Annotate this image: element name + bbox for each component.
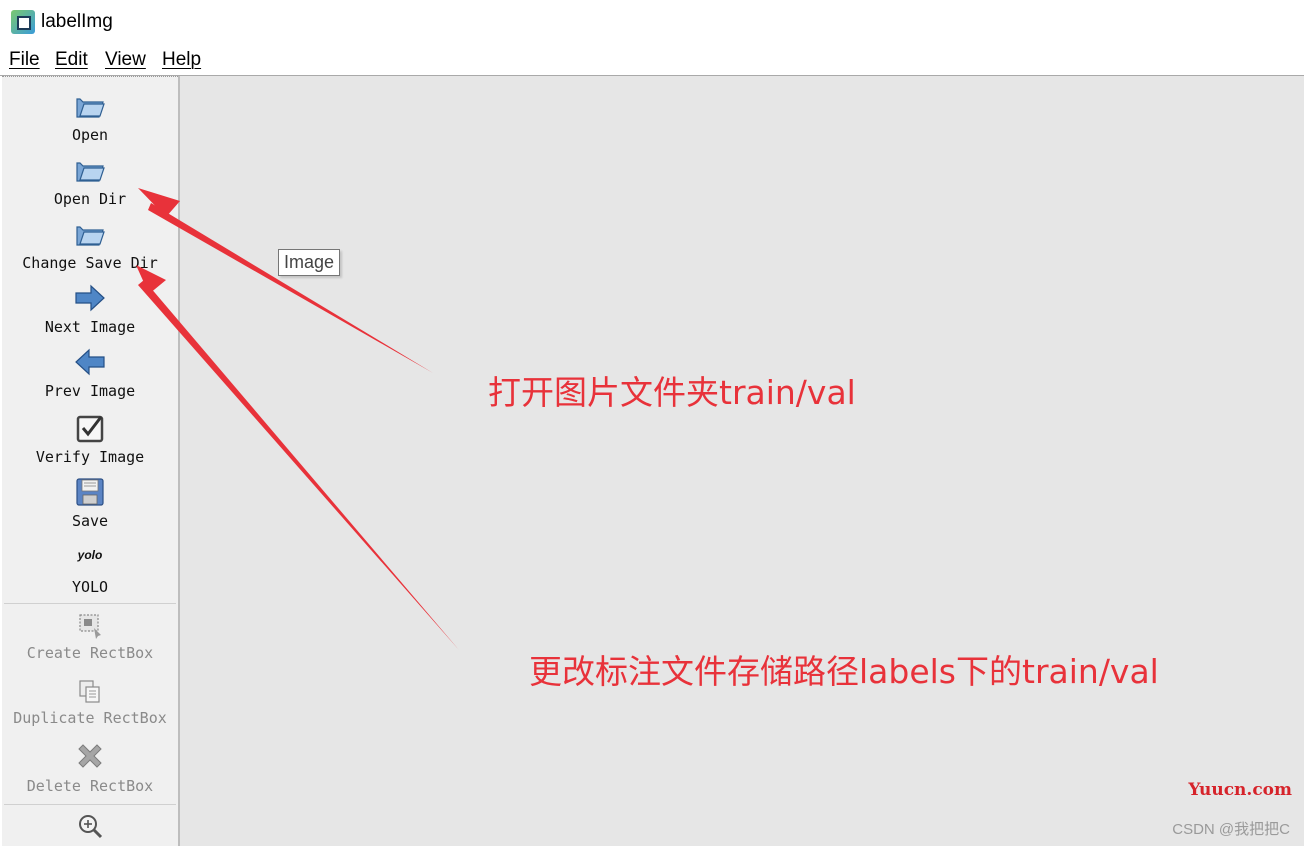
prev-image-button[interactable]: Prev Image	[2, 344, 178, 404]
open-dir-button[interactable]: Open Dir	[2, 152, 178, 212]
title-bar: labelImg	[0, 0, 1304, 44]
verify-image-button[interactable]: Verify Image	[2, 410, 178, 470]
menu-help[interactable]: Help	[162, 49, 201, 71]
create-rectbox-label: Create RectBox	[26, 644, 154, 662]
format-label: YOLO	[71, 578, 109, 596]
delete-rectbox-button[interactable]: Delete RectBox	[2, 740, 178, 800]
change-save-dir-button[interactable]: Change Save Dir	[2, 216, 178, 276]
watermark-author: CSDN @我把把C	[1172, 821, 1290, 838]
window-title: labelImg	[41, 11, 113, 32]
tooltip: Image	[278, 249, 341, 276]
toolbar-separator	[4, 804, 176, 805]
toolbar-separator	[4, 603, 176, 604]
image-canvas[interactable]	[180, 76, 1304, 846]
folder-open-icon	[76, 162, 105, 182]
zoom-in-icon	[79, 815, 103, 839]
checkbox-icon	[76, 415, 104, 443]
menu-view[interactable]: View	[105, 49, 146, 71]
rectbox-create-icon	[79, 614, 101, 639]
next-image-label: Next Image	[44, 318, 136, 336]
watermark-site: Yuucn.com	[1188, 780, 1292, 800]
x-delete-icon	[78, 744, 102, 768]
folder-open-icon	[76, 226, 105, 246]
menu-bar: File Edit View Help	[0, 44, 1304, 76]
arrow-right-icon	[75, 284, 105, 312]
menu-edit[interactable]: Edit	[55, 49, 88, 71]
open-dir-label: Open Dir	[53, 190, 127, 208]
annotation-open-folder: 打开图片文件夹train/val	[488, 373, 856, 412]
duplicate-rectbox-button[interactable]: Duplicate RectBox	[2, 674, 178, 734]
format-yolo-button[interactable]: yolo YOLO	[2, 540, 178, 600]
menu-file[interactable]: File	[9, 49, 40, 71]
annotation-change-save-dir: 更改标注文件存储路径labels下的train/val	[529, 652, 1159, 691]
open-label: Open	[71, 126, 109, 144]
duplicate-rectbox-label: Duplicate RectBox	[13, 709, 167, 727]
copy-icon	[79, 680, 100, 703]
floppy-disk-icon	[76, 478, 104, 506]
next-image-button[interactable]: Next Image	[2, 280, 178, 340]
change-save-dir-label: Change Save Dir	[22, 254, 158, 272]
save-label: Save	[71, 512, 109, 530]
yolo-icon: yolo	[77, 548, 103, 562]
labelimg-app-icon	[11, 10, 35, 34]
verify-image-label: Verify Image	[35, 448, 145, 466]
delete-rectbox-label: Delete RectBox	[26, 777, 154, 795]
save-button[interactable]: Save	[2, 474, 178, 534]
zoom-in-button[interactable]	[2, 810, 178, 844]
left-toolbar: Open Open Dir Change Save Dir Next Image…	[2, 76, 180, 846]
open-button[interactable]: Open	[2, 88, 178, 148]
arrow-left-icon	[75, 348, 105, 376]
create-rectbox-button[interactable]: Create RectBox	[2, 608, 178, 668]
prev-image-label: Prev Image	[44, 382, 136, 400]
folder-open-icon	[76, 98, 105, 118]
